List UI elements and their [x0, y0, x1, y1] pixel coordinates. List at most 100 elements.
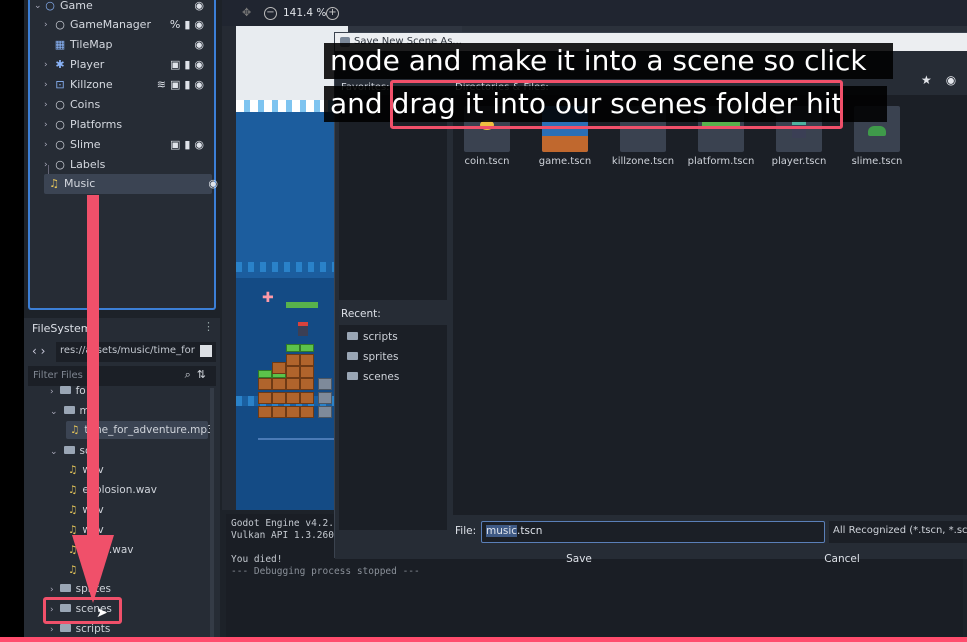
split-toggle-icon[interactable]: [200, 345, 212, 357]
node-circle-icon: ○: [55, 118, 65, 131]
zoom-level[interactable]: 141.4 %: [283, 7, 326, 19]
folder-icon: [347, 352, 358, 360]
tree-item-label: Labels: [70, 158, 106, 171]
save-button[interactable]: Save: [549, 548, 609, 570]
tree-item-player[interactable]: › ✱ Player ▣▮◉: [30, 55, 214, 75]
dirt-tile: [258, 406, 272, 418]
kebab-menu-icon[interactable]: ⋮: [203, 320, 214, 333]
favorite-view-icons[interactable]: ★◉: [921, 73, 967, 87]
dirt-tile: [300, 392, 314, 404]
cancel-button[interactable]: Cancel: [809, 548, 875, 570]
zoom-in-button[interactable]: +: [326, 7, 339, 20]
platform-sprite: [286, 302, 318, 308]
pan-icon[interactable]: ✥: [242, 6, 251, 19]
tree-item-tilemap[interactable]: ▦ TileMap ◉: [30, 35, 214, 55]
tree-item-slime[interactable]: › ○ Slime ▣▮◉: [30, 135, 214, 155]
visibility-eye-icon[interactable]: ◉: [194, 0, 208, 16]
dirt-tile: [272, 392, 286, 404]
grass-tile: [258, 370, 272, 378]
expand-arrow-icon[interactable]: ›: [44, 55, 48, 75]
clapper-script-eye-icons[interactable]: ▣▮◉: [170, 135, 208, 155]
tree-item-label: Player: [70, 58, 105, 71]
node2d-circle-icon: ○: [45, 0, 55, 12]
folder-icon: [347, 372, 358, 380]
tree-item-label: Slime: [70, 138, 101, 151]
dirt-tile: [286, 392, 300, 404]
expand-arrow-icon[interactable]: ›: [44, 95, 48, 115]
expand-arrow-icon[interactable]: ›: [50, 625, 54, 635]
tree-item-label: Music: [64, 177, 96, 190]
vertical-ruler: [222, 26, 236, 510]
tree-item-label: Coins: [70, 98, 101, 111]
recent-item-sprites[interactable]: sprites: [347, 351, 398, 363]
tree-item-gamemanager[interactable]: › ○ GameManager %▮◉: [30, 15, 214, 35]
expand-arrow-icon[interactable]: ›: [44, 75, 48, 95]
visibility-eye-icon[interactable]: ◉: [194, 35, 208, 55]
expand-arrow-icon[interactable]: ›: [44, 15, 48, 35]
dirt-tile: [286, 354, 300, 366]
dirt-tile: [300, 366, 314, 378]
tree-item-coins[interactable]: › ○ Coins: [30, 95, 214, 115]
bottom-accent-bar: [0, 637, 967, 642]
expand-arrow-icon[interactable]: ›: [44, 115, 48, 135]
tree-item-platforms[interactable]: › ○ Platforms: [30, 115, 214, 135]
tilemap-grid-icon: ▦: [54, 38, 66, 51]
collapse-arrow-icon[interactable]: ⌄: [34, 0, 42, 16]
file-name: killzone.tscn: [611, 156, 675, 167]
filesystem-dock: FileSystem ⋮ ‹ › res://assets/music/time…: [24, 318, 220, 642]
expand-arrow-icon[interactable]: ›: [50, 585, 54, 595]
dirt-tile: [286, 366, 300, 378]
clapper-script-eye-icons[interactable]: ▣▮◉: [170, 55, 208, 75]
tree-item-label: TileMap: [70, 38, 113, 51]
tree-item-label: Game: [60, 0, 93, 12]
collapse-arrow-icon[interactable]: ⌄: [50, 447, 58, 457]
file-name-input[interactable]: music.tscn: [481, 521, 825, 543]
folder-label: scripts: [75, 623, 111, 635]
area2d-icon: ⊡: [55, 78, 65, 91]
search-sort-icons[interactable]: ⌕⇅: [185, 368, 212, 382]
audio-stream-icon: ♫: [49, 177, 59, 190]
log-line: --- Debugging process stopped ---: [231, 566, 420, 577]
recent-label: Recent:: [341, 308, 381, 320]
file-name: game.tscn: [538, 156, 592, 167]
recent-item-label: sprites: [363, 351, 399, 363]
tree-item-music[interactable]: ♫ Music ◉: [44, 174, 218, 194]
window-edge: [0, 0, 24, 642]
dirt-tile: [300, 354, 314, 366]
tree-item-game[interactable]: ⌄ ○ Game ◉: [30, 0, 214, 16]
node-circle-icon: ○: [55, 98, 65, 111]
expand-arrow-icon[interactable]: ›: [50, 387, 54, 397]
arrow-head: [72, 535, 114, 603]
dirt-tile: [286, 406, 300, 418]
back-forward-icons[interactable]: ‹ ›: [32, 344, 45, 358]
filesystem-scrollbar[interactable]: [210, 388, 214, 638]
dirt-tile: [300, 378, 314, 390]
collapse-arrow-icon[interactable]: ⌄: [50, 407, 58, 417]
log-line: Vulkan API 1.3.260: [231, 530, 334, 541]
visibility-eye-icon[interactable]: ◉: [208, 174, 222, 194]
file-name: slime.tscn: [851, 156, 903, 167]
highlight-box-caption: [390, 80, 843, 129]
player-sprite: [298, 322, 308, 336]
tree-item-killzone[interactable]: › ⊡ Killzone ≋▣▮◉: [30, 75, 214, 95]
dirt-tile: [272, 362, 286, 374]
stone-tile: [318, 378, 332, 390]
zoom-out-button[interactable]: −: [264, 7, 277, 20]
dirt-tile: [272, 378, 286, 390]
recent-item-scenes[interactable]: scenes: [347, 371, 399, 383]
expand-arrow-icon[interactable]: ›: [44, 135, 48, 155]
recent-list[interactable]: scripts sprites scenes: [339, 325, 447, 530]
file-type-filter[interactable]: All Recognized (*.tscn, *.scn,: [829, 521, 967, 543]
origin-cross-icon: ✚: [262, 290, 274, 306]
recent-item-label: scripts: [363, 331, 398, 343]
group-script-eye-icons[interactable]: %▮◉: [170, 15, 208, 35]
recent-item-scripts[interactable]: scripts: [347, 331, 398, 343]
scene-tree: ⌄ ○ Game ◉ › ○ GameManager %▮◉ ▦ TileMap…: [28, 0, 218, 310]
signal-clapper-script-eye-icons[interactable]: ≋▣▮◉: [157, 75, 208, 95]
selected-text: music: [486, 525, 518, 537]
file-name: player.tscn: [771, 156, 827, 167]
file-name: platform.tscn: [687, 156, 755, 167]
mouse-cursor-icon: ➤: [96, 605, 108, 621]
dirt-tile: [300, 406, 314, 418]
file-label: File:: [455, 525, 477, 537]
